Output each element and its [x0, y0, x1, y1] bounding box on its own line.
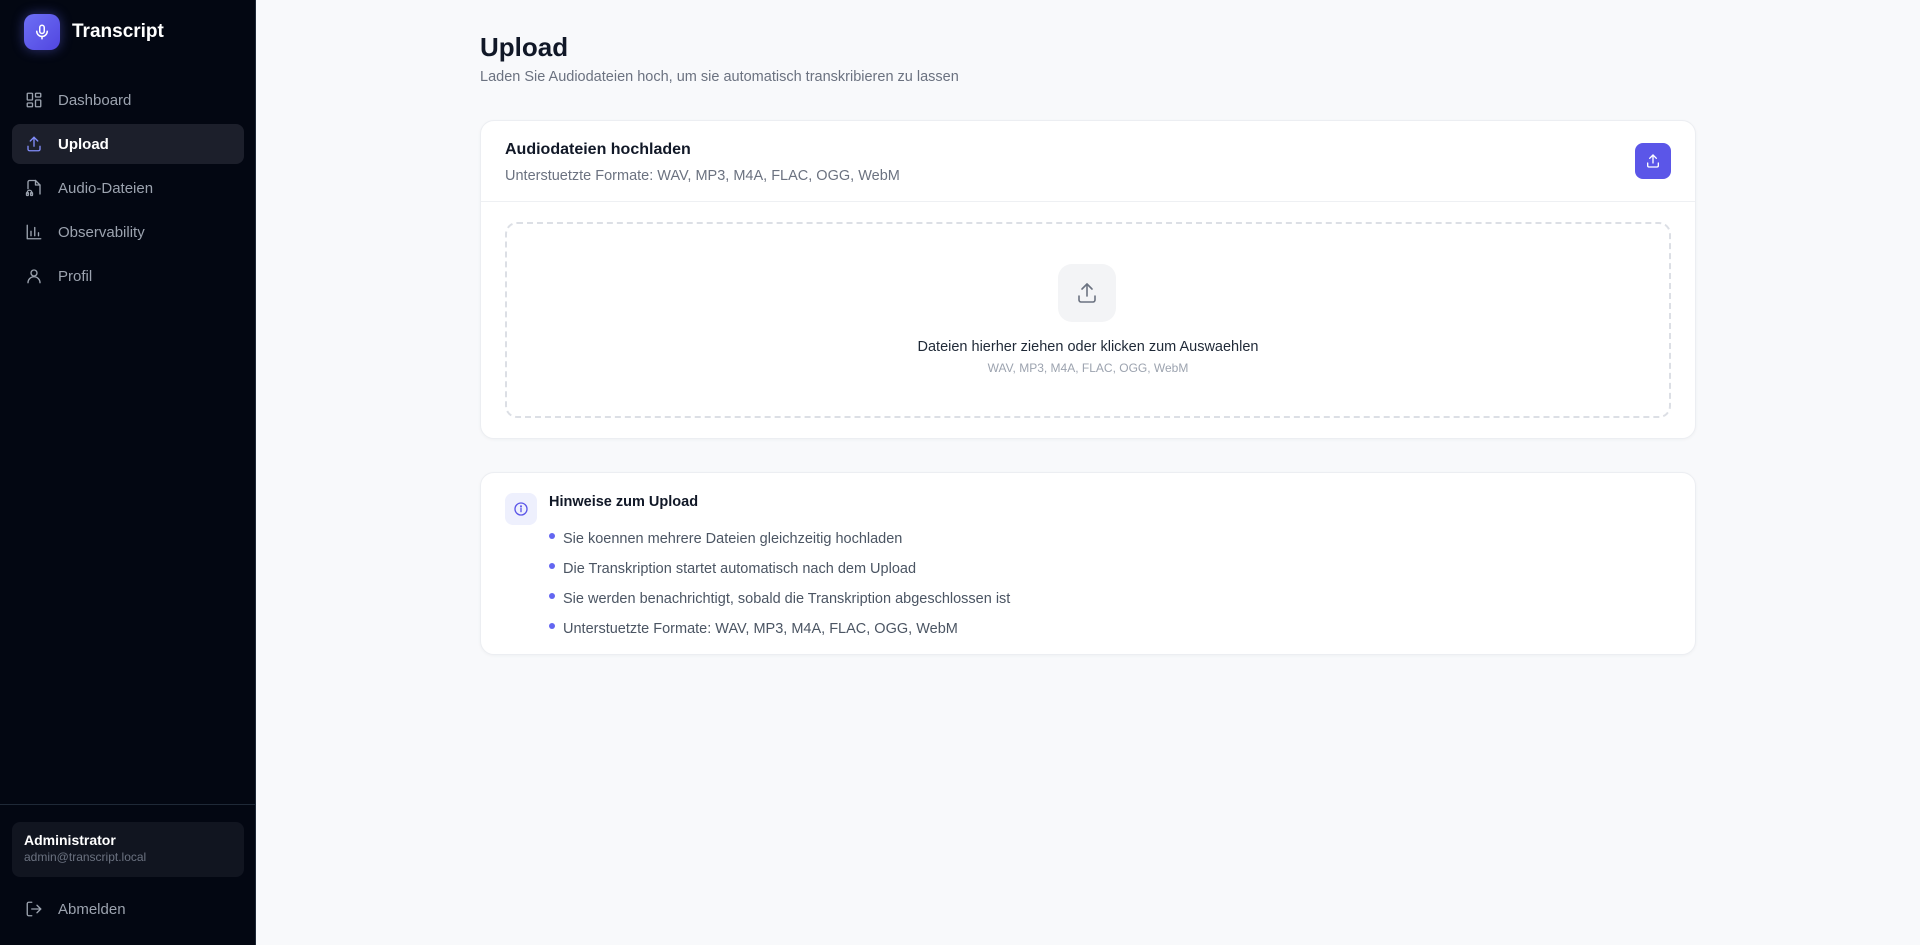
logout-label: Abmelden	[58, 900, 126, 918]
upload-hints-list: Sie koennen mehrere Dateien gleichzeitig…	[549, 524, 1010, 644]
dropzone-formats: WAV, MP3, M4A, FLAC, OGG, WebM	[987, 361, 1189, 375]
sidebar-nav: Dashboard Upload Audio-Dateien Observabi…	[12, 80, 244, 300]
sidebar-item-audio-dateien[interactable]: Audio-Dateien	[12, 168, 244, 208]
page-subtitle: Laden Sie Audiodateien hoch, um sie auto…	[480, 69, 959, 85]
user-email: admin@transcript.local	[24, 850, 147, 864]
sidebar-item-upload[interactable]: Upload	[12, 124, 244, 164]
sidebar-item-observability[interactable]: Observability	[12, 212, 244, 252]
sidebar: Transcript Dashboard Upload Audio-Dateie…	[0, 0, 256, 945]
audio-file-icon	[24, 178, 44, 198]
user-card[interactable]: Administrator admin@transcript.local	[12, 822, 244, 877]
bullet-dot	[549, 593, 555, 599]
upload-hints-card: Hinweise zum Upload Sie koennen mehrere …	[480, 472, 1696, 655]
bullet-dot	[549, 533, 555, 539]
sidebar-item-label: Upload	[58, 135, 109, 153]
sidebar-item-label: Profil	[58, 267, 93, 285]
list-item: Sie werden benachrichtigt, sobald die Tr…	[549, 584, 1010, 614]
list-item: Unterstuetzte Formate: WAV, MP3, M4A, FL…	[549, 614, 1010, 644]
upload-card-description: Unterstuetzte Formate: WAV, MP3, M4A, FL…	[505, 168, 900, 184]
upload-card: Audiodateien hochladen Unterstuetzte For…	[480, 120, 1696, 439]
dropzone-title: Dateien hierher ziehen oder klicken zum …	[917, 339, 1259, 355]
upload-button[interactable]	[1635, 143, 1671, 179]
logout-button[interactable]: Abmelden	[12, 889, 244, 929]
sidebar-item-label: Audio-Dateien	[58, 179, 154, 197]
sidebar-item-profil[interactable]: Profil	[12, 256, 244, 296]
upload-icon	[24, 134, 44, 154]
bullet-dot	[549, 563, 555, 569]
app-title: Transcript	[72, 21, 164, 42]
user-name: Administrator	[24, 832, 116, 848]
brand[interactable]: Transcript	[24, 14, 164, 50]
list-item: Die Transkription startet automatisch na…	[549, 554, 1010, 584]
upload-icon	[1058, 264, 1116, 322]
upload-icon	[1647, 154, 1659, 168]
sidebar-item-label: Dashboard	[58, 91, 132, 109]
file-dropzone[interactable]: Dateien hierher ziehen oder klicken zum …	[505, 222, 1671, 418]
user-icon	[24, 266, 44, 286]
logout-icon	[24, 899, 44, 919]
bullet-dot	[549, 623, 555, 629]
sidebar-item-label: Observability	[58, 223, 145, 241]
upload-hints-title: Hinweise zum Upload	[549, 494, 699, 510]
upload-card-header: Audiodateien hochladen Unterstuetzte For…	[481, 121, 1695, 202]
microphone-icon	[24, 14, 60, 50]
upload-card-title: Audiodateien hochladen	[505, 141, 691, 158]
page-title: Upload	[480, 32, 569, 62]
dashboard-icon	[24, 90, 44, 110]
info-icon	[505, 493, 537, 525]
sidebar-item-dashboard[interactable]: Dashboard	[12, 80, 244, 120]
bar-chart-icon	[24, 222, 44, 242]
list-item: Sie koennen mehrere Dateien gleichzeitig…	[549, 524, 1010, 554]
sidebar-divider	[0, 804, 256, 805]
